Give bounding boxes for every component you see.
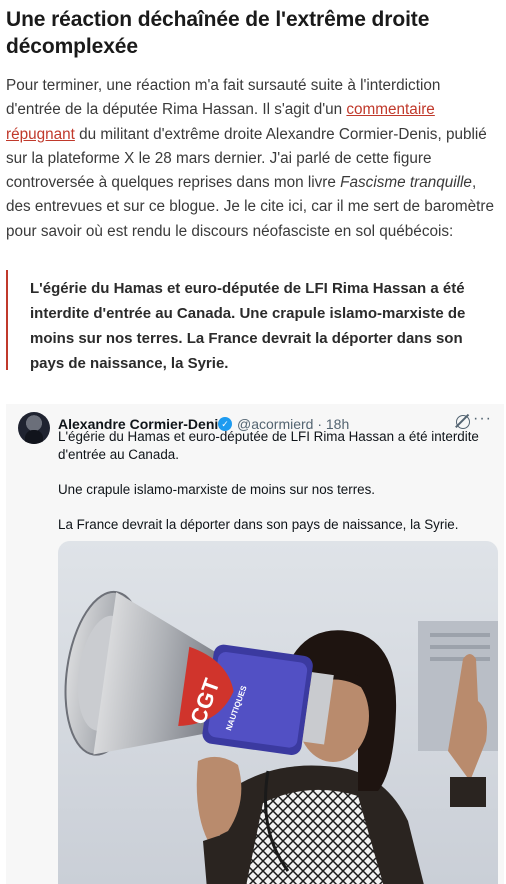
embedded-tweet[interactable]: Alexandre Cormier-Denis ✓ @acormierd · 1… bbox=[6, 404, 504, 884]
article: Une réaction déchaînée de l'extrême droi… bbox=[0, 6, 506, 372]
tweet-line: La France devrait la déporter dans son p… bbox=[58, 517, 459, 532]
book-title: Fascisme tranquille bbox=[340, 174, 472, 192]
more-icon[interactable]: ··· bbox=[473, 410, 492, 428]
pull-quote: L'égérie du Hamas et euro-députée de LFI… bbox=[6, 270, 498, 372]
article-paragraph: Pour terminer, une réaction m'a fait sur… bbox=[6, 74, 498, 244]
grok-icon[interactable] bbox=[456, 415, 470, 429]
protest-photo: CGT NAUTIQUES bbox=[58, 541, 498, 884]
section-heading: Une réaction déchaînée de l'extrême droi… bbox=[6, 8, 430, 58]
tweet-photo[interactable]: CGT NAUTIQUES bbox=[58, 541, 498, 884]
quote-text: L'égérie du Hamas et euro-députée de LFI… bbox=[30, 280, 466, 373]
avatar[interactable] bbox=[18, 412, 50, 444]
tweet-line: Une crapule islamo-marxiste de moins sur… bbox=[58, 482, 376, 497]
tweet-text: L'égérie du Hamas et euro-députée de LFI… bbox=[58, 428, 490, 534]
tweet-line: L'égérie du Hamas et euro-députée de LFI… bbox=[58, 429, 479, 462]
